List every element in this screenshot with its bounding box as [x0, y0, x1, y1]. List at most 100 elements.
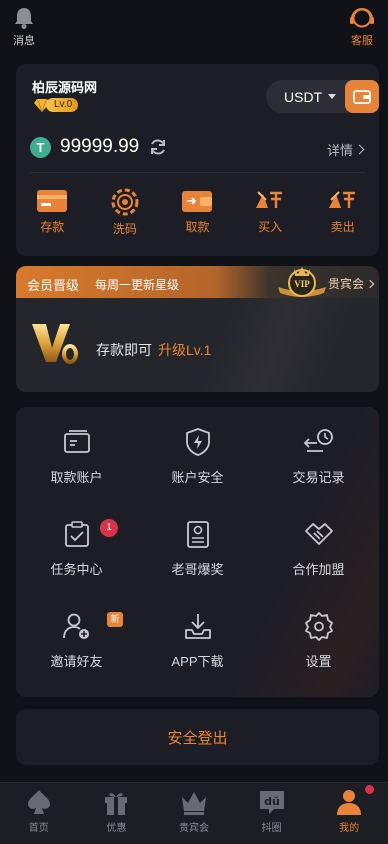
menu-item-jackpot[interactable]: 老哥爆奖	[137, 519, 258, 589]
shield-bolt-icon	[185, 428, 210, 456]
vip-card[interactable]: 会员晋级 每周一更新星级 VIP 贵宾会 存款即可 升级Lv.1	[16, 266, 379, 392]
svg-text:VIP: VIP	[294, 279, 310, 289]
tab-label: 首页	[28, 823, 49, 834]
bell-icon	[15, 8, 33, 29]
tab-douquan[interactable]: dŭ 抖圈	[233, 783, 311, 844]
menu-item-account-security[interactable]: 账户安全	[137, 427, 258, 497]
gear-icon	[304, 612, 333, 641]
wallet-icon	[353, 89, 371, 104]
wallet-withdraw-icon	[182, 191, 213, 212]
crown-icon	[181, 792, 206, 815]
menu-item-settings[interactable]: 设置	[258, 611, 379, 681]
tab-vip-club[interactable]: 贵宾会	[155, 783, 233, 844]
tab-mine[interactable]: 我的	[310, 783, 388, 844]
handshake-icon	[304, 523, 333, 545]
withdraw-button[interactable]: 取款	[161, 188, 234, 237]
buy-button[interactable]: 买入	[234, 188, 307, 237]
logout-button[interactable]: 安全登出	[16, 709, 379, 765]
tab-label: 抖圈	[261, 823, 282, 834]
caret-down-icon	[328, 94, 337, 99]
v0-level-icon	[32, 324, 78, 364]
menu-item-label: 设置	[305, 654, 332, 669]
balance-row: T 99999.99	[30, 136, 168, 158]
bottom-tab-bar: 首页 优惠 贵宾会 dŭ 抖圈 我的	[0, 782, 388, 844]
headset-icon	[350, 8, 374, 28]
quick-action-label: 存款	[40, 220, 65, 234]
menu-item-label: 邀请好友	[50, 654, 103, 669]
tab-home[interactable]: 首页	[0, 783, 78, 844]
poster-icon	[186, 521, 209, 548]
menu-item-label: 老哥爆奖	[171, 562, 224, 577]
quick-action-label: 买入	[258, 220, 283, 234]
menu-item-label: 取款账户	[50, 470, 103, 485]
vip-crest-icon: VIP	[278, 267, 326, 297]
level-label: Lv.0	[46, 98, 79, 112]
site-name: 柏辰源码网	[32, 80, 98, 95]
menu-item-label: 合作加盟	[292, 562, 345, 577]
support-button[interactable]: 客服	[342, 6, 382, 48]
menu-item-invite-friends[interactable]: 新 邀请好友	[16, 611, 137, 681]
menu-item-task-center[interactable]: 1 任务中心	[16, 519, 137, 589]
level-badge: Lv.0	[34, 97, 79, 113]
menu-card: 取款账户 账户安全 交易记录 1 任务中心 老哥爆奖 合作加盟 新 邀请好友 A…	[16, 407, 379, 697]
vip-subtitle: 每周一更新星级	[95, 278, 180, 292]
sell-button[interactable]: 卖出	[306, 188, 379, 237]
menu-item-label: APP下载	[171, 654, 224, 669]
menu-item-label: 任务中心	[50, 562, 103, 577]
details-link[interactable]: 详情	[326, 140, 365, 159]
deposit-button[interactable]: 存款	[16, 188, 89, 237]
menu-item-withdraw-account[interactable]: 取款账户	[16, 427, 137, 497]
chip-icon	[111, 188, 139, 216]
notification-dot	[364, 785, 374, 794]
logout-label: 安全登出	[167, 729, 228, 747]
download-icon	[184, 614, 211, 639]
refresh-icon[interactable]	[148, 137, 168, 157]
menu-item-app-download[interactable]: APP下载	[137, 611, 258, 681]
details-label: 详情	[326, 143, 353, 158]
tab-promotions[interactable]: 优惠	[78, 783, 156, 844]
card-account-icon	[63, 430, 90, 453]
spade-icon	[27, 790, 50, 814]
task-count-badge: 1	[100, 519, 118, 537]
deposit-card-icon	[37, 190, 68, 212]
vip-club-link[interactable]: 贵宾会	[327, 275, 375, 292]
currency-selector[interactable]: USDT	[266, 80, 379, 113]
chevron-right-icon	[365, 279, 375, 288]
user-card: 柏辰源码网 Lv.0 USDT T 99999.99 详情 存款 洗码 取款 买…	[16, 64, 379, 256]
task-clipboard-icon	[64, 521, 89, 547]
balance-amount: 99999.99	[60, 136, 140, 157]
quick-actions: 存款 洗码 取款 买入 卖出	[16, 188, 379, 237]
rebate-button[interactable]: 洗码	[89, 188, 162, 237]
menu-item-transactions[interactable]: 交易记录	[258, 427, 379, 497]
menu-grid: 取款账户 账户安全 交易记录 1 任务中心 老哥爆奖 合作加盟 新 邀请好友 A…	[16, 427, 379, 681]
sell-icon	[328, 191, 355, 208]
vip-upgrade-text: 存款即可 升级Lv.1	[96, 340, 211, 360]
vip-club-label: 贵宾会	[327, 277, 364, 291]
support-label: 客服	[351, 35, 373, 47]
new-badge: 新	[107, 612, 123, 627]
menu-item-partnership[interactable]: 合作加盟	[258, 519, 379, 589]
currency-label: USDT	[284, 88, 323, 105]
svg-text:dŭ: dŭ	[264, 795, 280, 808]
user-icon	[337, 790, 362, 815]
invite-user-icon	[62, 613, 89, 639]
tether-icon: T	[30, 136, 51, 158]
vip-header: 会员晋级 每周一更新星级 VIP 贵宾会	[16, 266, 379, 298]
messages-label: 消息	[13, 35, 35, 47]
messages-button[interactable]: 消息	[4, 6, 44, 48]
vip-upgrade-highlight: 升级Lv.1	[158, 342, 212, 358]
vip-body: 存款即可 升级Lv.1	[16, 298, 379, 392]
buy-icon	[256, 191, 283, 208]
tab-label: 我的	[339, 823, 360, 834]
vip-title: 会员晋级	[27, 278, 80, 293]
tab-label: 贵宾会	[178, 823, 209, 834]
vip-level-text: 存款即可	[96, 342, 152, 358]
clock-record-icon	[303, 429, 333, 452]
du-chat-icon: dŭ	[259, 791, 284, 814]
wallet-button[interactable]	[345, 80, 379, 113]
gift-icon	[105, 793, 128, 815]
chevron-right-icon	[354, 144, 365, 155]
quick-action-label: 取款	[185, 220, 210, 234]
menu-item-label: 交易记录	[292, 470, 345, 485]
menu-item-label: 账户安全	[171, 470, 224, 485]
